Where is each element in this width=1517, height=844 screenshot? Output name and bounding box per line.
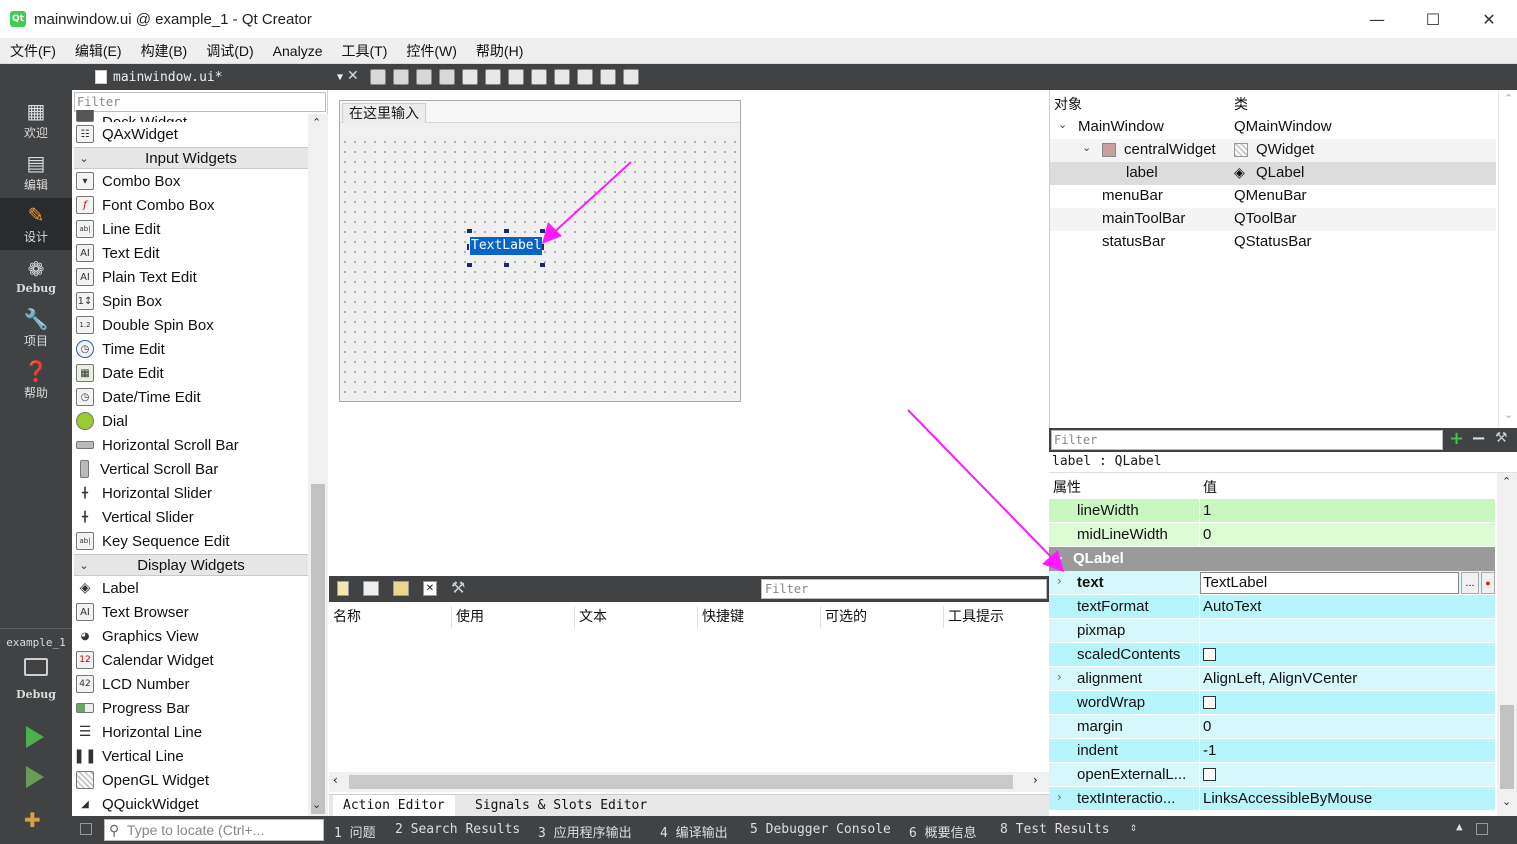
- annotation-arrows: [542, 161, 1064, 572]
- arrow-to-text-property: [907, 409, 1057, 563]
- arrow-to-label: [549, 161, 632, 237]
- arrow-head: [542, 222, 562, 244]
- arrow-head: [1042, 550, 1064, 572]
